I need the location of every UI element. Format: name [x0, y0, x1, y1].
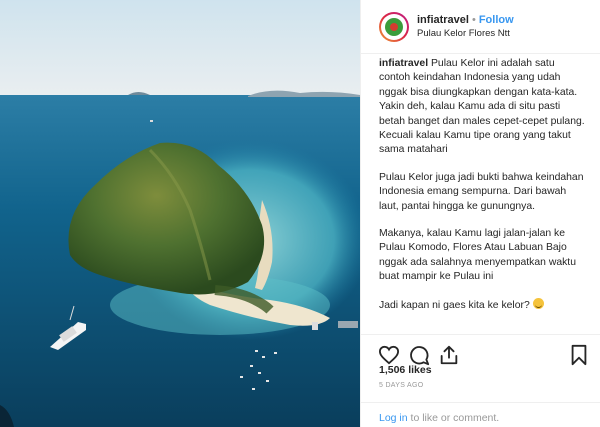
caption: infiatravel Pulau Kelor ini adalah satu … [361, 54, 600, 332]
post-location[interactable]: Pulau Kelor Flores Ntt [417, 27, 514, 41]
follow-button[interactable]: Follow [479, 14, 514, 26]
post-photo[interactable] [0, 0, 360, 427]
separator-dot: • [471, 13, 476, 26]
caption-paragraph-3: Makanya, kalau Kamu lagi jalan-jalan ke … [379, 228, 576, 283]
avatar[interactable] [379, 11, 409, 42]
caption-dot-1: . [379, 326, 382, 332]
smiling-face-emoji-icon [532, 297, 544, 309]
post-side-panel: infiatravel • Follow Pulau Kelor Flores Nt… [360, 0, 600, 427]
like-button[interactable] [377, 343, 401, 367]
caption-paragraph-2: Pulau Kelor juga jadi bukti bahwa keinda… [379, 171, 584, 212]
save-button[interactable] [567, 343, 591, 367]
profile-logo-icon [385, 17, 403, 36]
likes-count[interactable]: 1,506 likes [379, 364, 432, 376]
login-link[interactable]: Log in [379, 412, 408, 424]
caption-paragraph-1: Pulau Kelor ini adalah satu contoh keind… [379, 58, 585, 156]
post-timestamp: 5 DAYS AGO [379, 382, 424, 389]
share-button[interactable] [437, 343, 461, 367]
comment-icon [410, 345, 430, 365]
comment-button[interactable] [407, 343, 431, 367]
post-username[interactable]: infiatravel [417, 14, 469, 26]
bookmark-icon [571, 344, 587, 365]
post-header: infiatravel • Follow Pulau Kelor Flores Nt… [361, 0, 600, 54]
comment-bar-text: to like or comment. [407, 412, 500, 424]
action-bar [361, 334, 600, 368]
heart-icon [378, 345, 400, 364]
caption-username[interactable]: infiatravel [379, 58, 428, 69]
comment-bar: Log in to like or comment. [361, 402, 600, 427]
island-aerial-photo [0, 0, 360, 427]
caption-paragraph-4: Jadi kapan ni gaes kita ke kelor? [379, 299, 530, 311]
share-icon [440, 345, 458, 364]
